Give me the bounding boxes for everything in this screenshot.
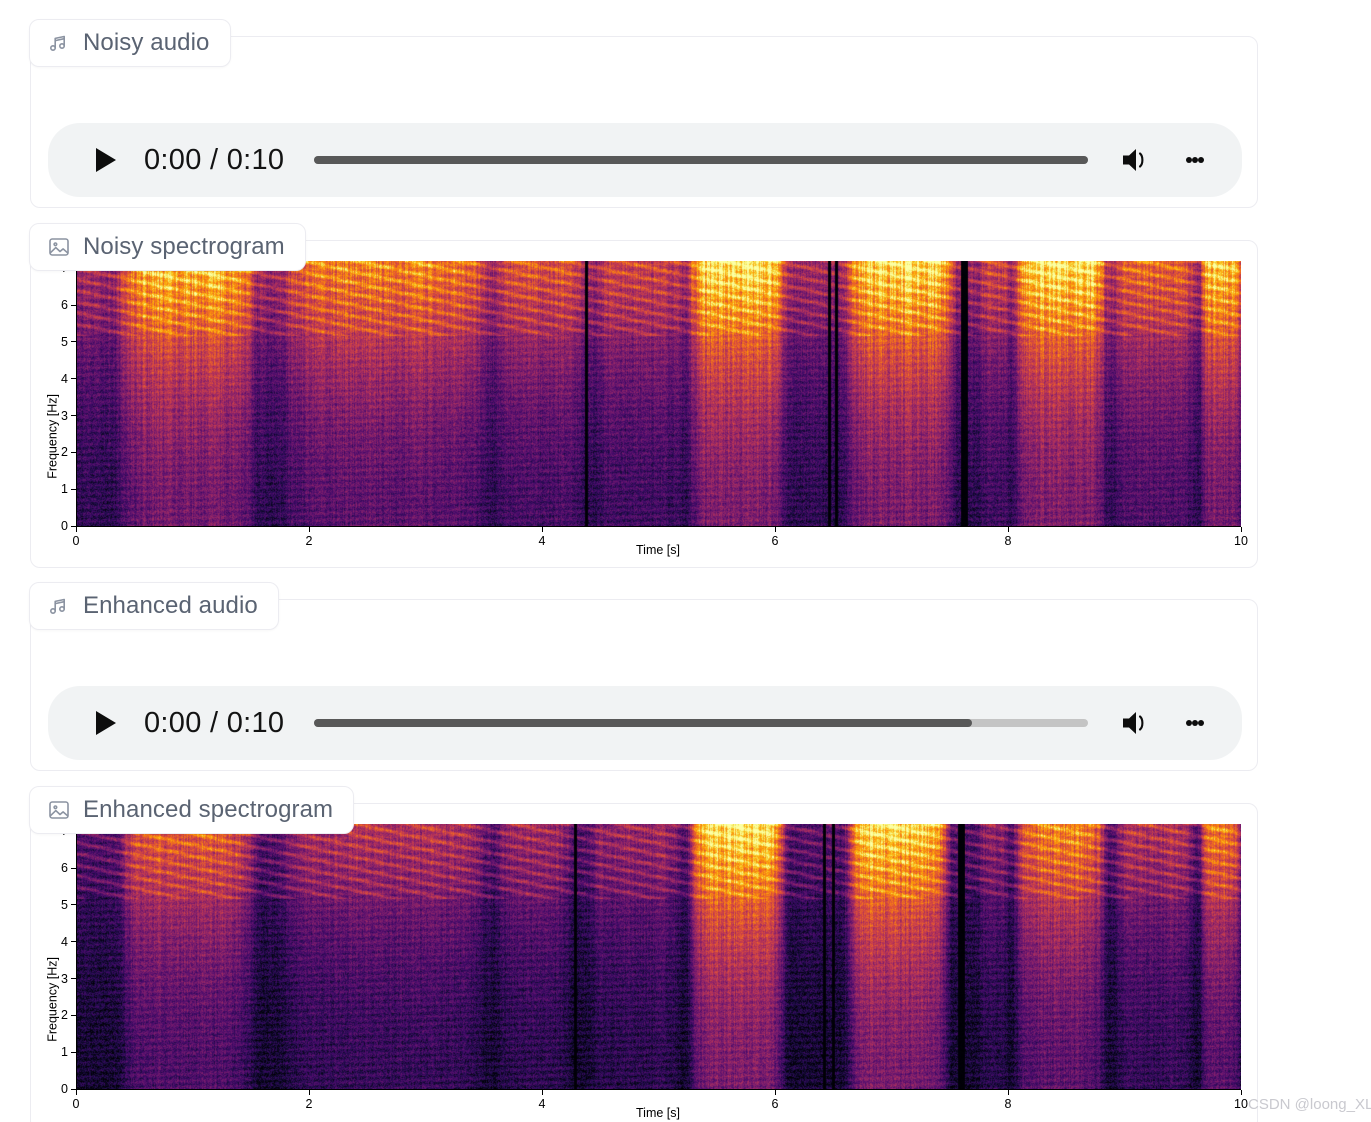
y-tick <box>71 525 76 527</box>
y-tick <box>71 867 76 869</box>
progress-fill <box>314 156 1088 164</box>
image-icon <box>46 797 72 823</box>
y-tick-label: 1 <box>61 482 68 497</box>
y-tick-label: 0 <box>61 519 68 533</box>
y-tick-label: 5 <box>61 334 68 349</box>
x-axis-title: Time [s] <box>636 1106 680 1120</box>
music-note-icon <box>46 593 72 619</box>
y-tick-label: 1 <box>61 1045 68 1060</box>
x-tick-label: 10 <box>1234 1097 1248 1111</box>
x-tick <box>75 527 77 532</box>
y-axis-title: Frequency [Hz] <box>45 957 60 1042</box>
noisy-spectrogram-figure: 0246810 01234567 Time [s] Frequency [Hz] <box>31 241 1259 569</box>
y-tick-label: 4 <box>61 934 68 949</box>
x-tick <box>1240 1090 1242 1095</box>
x-axis-line <box>76 526 1241 528</box>
progress-fill <box>314 719 972 727</box>
enhanced-spectrogram-plot[interactable] <box>76 824 1241 1089</box>
x-axis-title: Time [s] <box>636 543 680 557</box>
tab-enhanced-audio[interactable]: Enhanced audio <box>29 582 279 630</box>
enhanced-audio-player[interactable]: 0:00 / 0:10 <box>48 686 1242 760</box>
x-tick-label: 6 <box>771 1097 779 1111</box>
audio-progress-slider[interactable] <box>314 156 1088 164</box>
x-tick <box>1007 527 1009 532</box>
x-tick-label: 10 <box>1234 534 1248 548</box>
x-tick <box>75 1090 77 1095</box>
x-tick <box>774 527 776 532</box>
tab-label-text: Enhanced spectrogram <box>83 796 334 823</box>
x-axis-line <box>76 1089 1241 1091</box>
x-tick-label: 4 <box>538 534 546 548</box>
y-tick-label: 0 <box>61 1082 68 1096</box>
watermark: CSDN @loong_XL <box>1248 1096 1371 1113</box>
audio-time-display: 0:00 / 0:10 <box>144 706 285 739</box>
x-tick-label: 8 <box>1004 1097 1012 1111</box>
enhanced-spectrogram-card: 0246810 01234567 Time [s] Frequency [Hz]… <box>29 786 1259 1122</box>
enhanced-spectrogram-figure: 0246810 01234567 Time [s] Frequency [Hz] <box>31 804 1259 1122</box>
y-tick <box>71 1088 76 1090</box>
y-tick <box>71 451 76 453</box>
y-tick <box>71 904 76 906</box>
y-tick <box>71 304 76 306</box>
tab-label-text: Noisy spectrogram <box>83 233 285 260</box>
y-tick <box>71 378 76 380</box>
play-icon[interactable] <box>86 140 126 180</box>
x-tick <box>308 527 310 532</box>
x-tick-label: 4 <box>538 1097 546 1111</box>
audio-progress-slider[interactable] <box>314 719 1088 727</box>
y-tick-label: 6 <box>61 861 68 876</box>
music-note-icon <box>46 30 72 56</box>
y-tick-label: 5 <box>61 897 68 912</box>
x-tick <box>1240 527 1242 532</box>
tab-noisy-audio[interactable]: Noisy audio <box>29 19 231 67</box>
y-tick-label: 4 <box>61 371 68 386</box>
x-tick-label: 6 <box>771 534 779 548</box>
enhanced-audio-card: Enhanced audio 0:00 / 0:10 <box>29 582 1258 771</box>
x-tick-label: 0 <box>72 534 80 548</box>
y-tick <box>71 941 76 943</box>
tab-label-text: Noisy audio <box>83 29 210 56</box>
noisy-audio-player[interactable]: 0:00 / 0:10 <box>48 123 1242 197</box>
noisy-spectrogram-card: 0246810 01234567 Time [s] Frequency [Hz]… <box>29 223 1259 569</box>
y-tick <box>71 341 76 343</box>
y-tick <box>71 978 76 980</box>
play-icon[interactable] <box>86 703 126 743</box>
y-tick <box>71 1014 76 1016</box>
page-root: Noisy audio 0:00 / 0:10 0 2 4 6 8 10 0 1… <box>0 0 1371 1122</box>
more-vertical-icon[interactable] <box>1178 703 1212 743</box>
audio-time-display: 0:00 / 0:10 <box>144 143 285 176</box>
y-tick <box>71 415 76 417</box>
volume-icon[interactable] <box>1116 140 1156 180</box>
noisy-audio-card: Noisy audio 0:00 / 0:10 <box>29 19 1258 208</box>
x-tick <box>1007 1090 1009 1095</box>
x-tick-label: 8 <box>1004 534 1012 548</box>
tab-enhanced-spectrogram[interactable]: Enhanced spectrogram <box>29 786 355 834</box>
y-axis-title: Frequency [Hz] <box>45 394 60 479</box>
y-tick <box>71 1051 76 1053</box>
image-icon <box>46 234 72 260</box>
x-tick <box>541 1090 543 1095</box>
volume-icon[interactable] <box>1116 703 1156 743</box>
y-axis-line <box>76 824 78 1090</box>
noisy-spectrogram-plot[interactable] <box>76 261 1241 526</box>
x-tick-label: 2 <box>305 1097 313 1111</box>
tab-label-text: Enhanced audio <box>83 592 258 619</box>
x-tick <box>541 527 543 532</box>
menu-dot <box>1198 157 1204 163</box>
x-tick <box>774 1090 776 1095</box>
x-tick-label: 0 <box>72 1097 80 1111</box>
tab-noisy-spectrogram[interactable]: Noisy spectrogram <box>29 223 306 271</box>
y-axis-line <box>76 261 78 527</box>
x-tick-label: 2 <box>305 534 313 548</box>
more-vertical-icon[interactable] <box>1178 140 1212 180</box>
y-tick-label: 6 <box>61 298 68 313</box>
y-tick <box>71 488 76 490</box>
x-tick <box>308 1090 310 1095</box>
menu-dot <box>1198 720 1204 726</box>
